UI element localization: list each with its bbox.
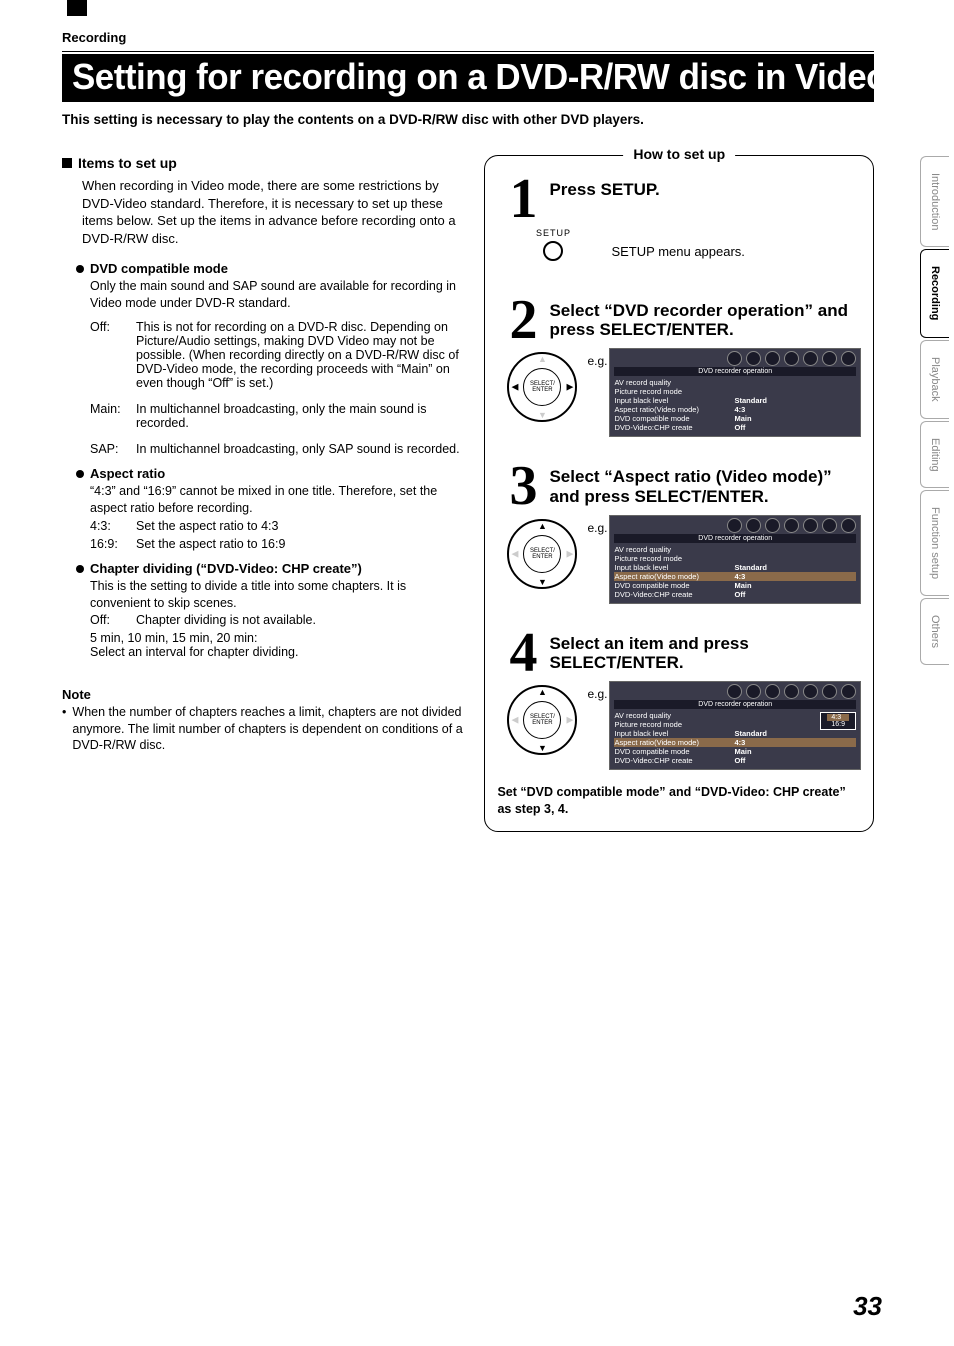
step-4-num: 4 [497,630,549,678]
chapter-off-val: Chapter dividing is not available. [136,613,316,627]
aspect-43-val: Set the aspect ratio to 4:3 [136,519,278,533]
side-tabs: Introduction Recording Playback Editing … [920,156,954,667]
opt-sap-key: SAP: [90,442,136,456]
tab-function-setup[interactable]: Function setup [920,490,949,596]
osd-screenshot-4: DVD recorder operation AV record quality… [609,681,861,770]
tab-playback[interactable]: Playback [920,340,949,419]
bullet-chapter: Chapter dividing (“DVD-Video: CHP create… [76,561,466,576]
section-label: Recording [62,30,874,45]
how-to-column: How to set up 1 Press SETUP. SETUP SETUP… [484,155,874,832]
eg-label: e.g. [587,354,607,368]
items-column: Items to set up When recording in Video … [62,155,466,832]
eg-label: e.g. [587,687,607,701]
osd-bar: DVD recorder operation [614,534,856,543]
opt-sap-val: In multichannel broadcasting, only SAP s… [136,442,460,456]
bullet-aspect: Aspect ratio [76,466,466,481]
bullet-icon [76,565,84,573]
square-icon [62,158,72,168]
step-3-num: 3 [497,463,549,511]
items-heading: Items to set up [62,155,466,171]
step-3-example: ▲▼◀▶ SELECT/ ENTER e.g. DVD recorder ope… [497,515,861,604]
post-note: Set “DVD compatible mode” and “DVD-Video… [497,784,861,817]
opt-off-key: Off: [90,320,136,390]
eg-label: e.g. [587,521,607,535]
title-box: Setting for recording on a DVD-R/RW disc… [62,54,874,102]
step-4: 4 Select an item and press SELECT/ENTER. [497,630,861,678]
page-number: 33 [853,1291,882,1322]
step-2-text: Select “DVD recorder operation” and pres… [549,297,861,345]
dvd-mode-options: Off:This is not for recording on a DVD-R… [90,320,466,456]
chapter-desc: This is the setting to divide a title in… [90,578,466,612]
note-bullet-icon: • [62,704,66,753]
tab-recording[interactable]: Recording [920,249,949,337]
aspect-title: Aspect ratio [90,466,165,481]
setup-button-label: SETUP [525,228,581,238]
page-title: Setting for recording on a DVD-R/RW disc… [72,56,840,98]
bullet-dvd-mode: DVD compatible mode [76,261,466,276]
step-1-text: Press SETUP. [549,176,659,224]
note-text: When the number of chapters reaches a li… [72,704,466,753]
chapter-intervals: 5 min, 10 min, 15 min, 20 min: [90,631,466,645]
osd-bar: DVD recorder operation [614,700,856,709]
step-2-num: 2 [497,297,549,345]
opt-off-val: This is not for recording on a DVD-R dis… [136,320,466,390]
note-body: • When the number of chapters reaches a … [62,704,466,753]
tab-editing[interactable]: Editing [920,421,949,489]
tab-introduction[interactable]: Introduction [920,156,949,247]
opt-main-val: In multichannel broadcasting, only the m… [136,402,466,430]
note-heading: Note [62,687,466,702]
how-to-title: How to set up [623,146,735,162]
step-4-text: Select an item and press SELECT/ENTER. [549,630,861,678]
opt-main-key: Main: [90,402,136,430]
chapter-intervals-desc: Select an interval for chapter dividing. [90,645,466,659]
osd-screenshot-2: DVD recorder operation AV record quality… [609,348,861,437]
items-intro: When recording in Video mode, there are … [82,177,466,247]
step-3: 3 Select “Aspect ratio (Video mode)” and… [497,463,861,511]
step-2: 2 Select “DVD recorder operation” and pr… [497,297,861,345]
dvd-mode-title: DVD compatible mode [90,261,228,276]
step-4-example: ▲▼◀▶ SELECT/ ENTER e.g. DVD recorder ope… [497,681,861,770]
rule [62,51,874,52]
aspect-options: 4:3:Set the aspect ratio to 4:3 16:9:Set… [90,519,466,551]
setup-button-graphic: SETUP [525,228,581,261]
bullet-icon [76,470,84,478]
nav-pad-icon: ▲▼◀▶ SELECT/ ENTER [507,352,577,422]
intro-text: This setting is necessary to play the co… [62,112,874,127]
chapter-off-key: Off: [90,613,136,627]
setup-button-circle-icon [543,241,563,261]
step-1-num: 1 [497,176,549,224]
step-1: 1 Press SETUP. [497,176,861,224]
aspect-169-key: 16:9: [90,537,136,551]
bullet-icon [76,265,84,273]
step-1-sub: SETUP menu appears. [611,244,744,259]
chapter-options: Off:Chapter dividing is not available. 5… [90,613,466,659]
nav-pad-icon: ▲▼◀▶ SELECT/ ENTER [507,685,577,755]
osd-screenshot-3: DVD recorder operation AV record quality… [609,515,861,604]
aspect-43-key: 4:3: [90,519,136,533]
osd-popup: 4:3 16:9 [820,712,856,730]
items-heading-text: Items to set up [78,155,177,171]
aspect-desc: “4:3” and “16:9” cannot be mixed in one … [90,483,466,517]
nav-pad-icon: ▲▼◀▶ SELECT/ ENTER [507,519,577,589]
step-2-example: ▲▼◀▶ SELECT/ ENTER e.g. DVD recorder ope… [497,348,861,437]
nav-pad-label: SELECT/ ENTER [523,535,561,573]
step-3-text: Select “Aspect ratio (Video mode)” and p… [549,463,861,511]
aspect-169-val: Set the aspect ratio to 16:9 [136,537,285,551]
osd-bar: DVD recorder operation [614,367,856,376]
chapter-title: Chapter dividing (“DVD-Video: CHP create… [90,561,362,576]
tab-others[interactable]: Others [920,598,949,665]
dvd-mode-desc: Only the main sound and SAP sound are av… [90,278,466,312]
top-marker [67,0,87,16]
